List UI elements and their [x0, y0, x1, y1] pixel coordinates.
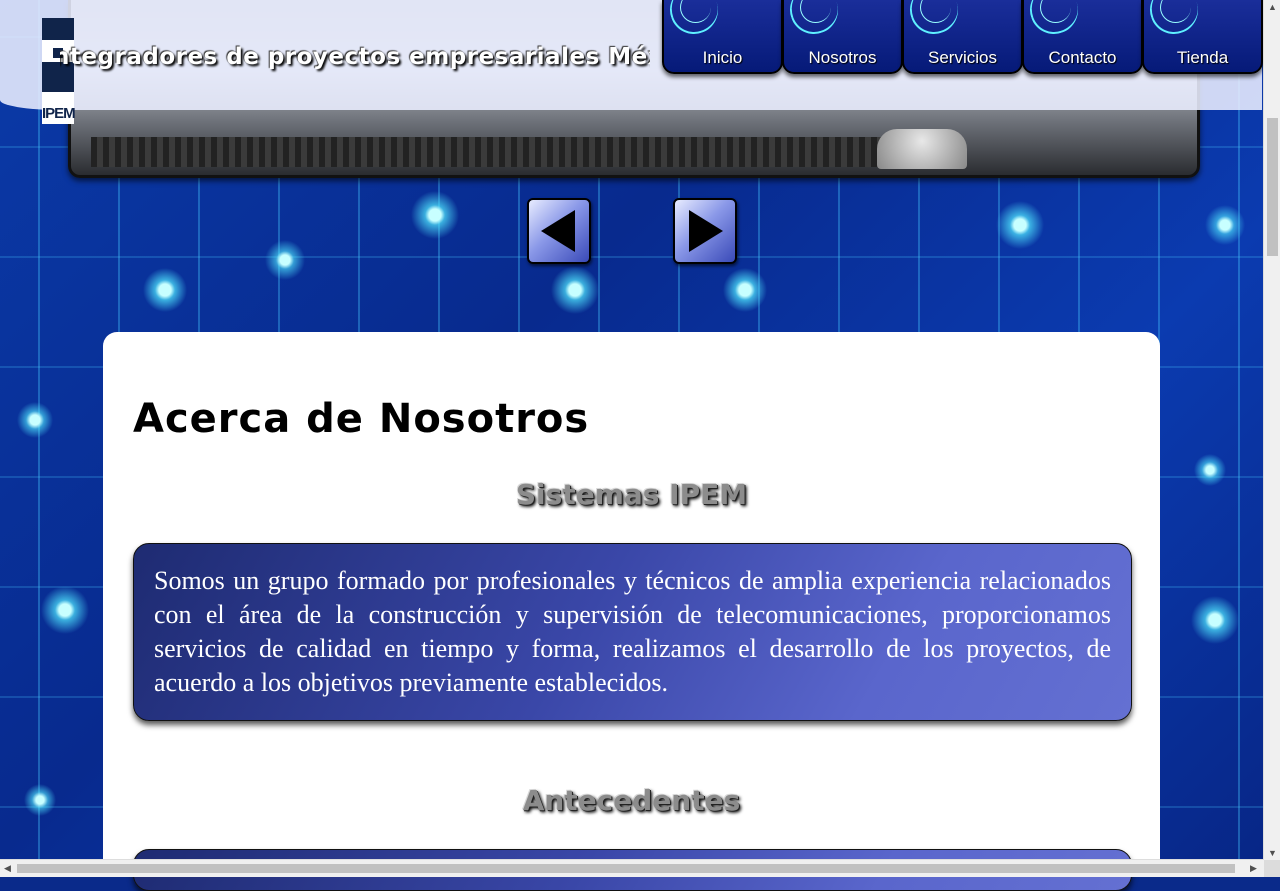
- scroll-left-icon[interactable]: ◀: [4, 863, 11, 874]
- info-card-text: Somos un grupo formado por profesionales…: [154, 566, 1111, 697]
- scroll-up-icon[interactable]: ▲: [1268, 2, 1277, 12]
- slider-rack-graphic: [91, 137, 891, 167]
- nav-label: Servicios: [928, 48, 997, 67]
- site-title-text: Integradores de proyectos empresariales …: [60, 44, 650, 70]
- slider-prev-button[interactable]: [527, 198, 591, 264]
- triangle-right-icon: [689, 210, 723, 252]
- nav-label: Nosotros: [808, 48, 877, 67]
- logo-text: IPEM: [42, 105, 76, 122]
- page-title: Acerca de Nosotros: [133, 396, 590, 442]
- section-heading-antecedentes: Antecedentes: [522, 784, 741, 817]
- section-heading-sistemas: Sistemas IPEM: [515, 478, 748, 511]
- horizontal-scrollbar[interactable]: ◀ ▶: [0, 859, 1264, 877]
- vertical-scroll-thumb[interactable]: [1267, 118, 1278, 256]
- vertical-scrollbar[interactable]: ▲ ▼: [1263, 0, 1280, 860]
- triangle-left-icon: [541, 210, 575, 252]
- nav-label: Inicio: [702, 48, 743, 67]
- horizontal-scroll-thumb[interactable]: [17, 864, 1235, 873]
- slider-device-graphic: [877, 129, 967, 169]
- main-content: Acerca de Nosotros Sistemas IPEM Somos u…: [103, 332, 1160, 891]
- scrollbar-corner: [1264, 860, 1280, 877]
- logo-bar-top: [42, 18, 74, 40]
- nav-item-servicios[interactable]: Servicios: [902, 0, 1023, 74]
- nav-item-contacto[interactable]: Contacto: [1022, 0, 1143, 74]
- scroll-down-icon[interactable]: ▼: [1268, 848, 1277, 858]
- nav-item-inicio[interactable]: Inicio: [662, 0, 783, 74]
- scroll-right-icon[interactable]: ▶: [1250, 863, 1257, 874]
- nav-label: Contacto: [1048, 48, 1117, 67]
- site-title: Integradores de proyectos empresariales …: [60, 44, 650, 74]
- slider-next-button[interactable]: [673, 198, 737, 264]
- info-card-sistemas: Somos un grupo formado por profesionales…: [133, 543, 1132, 721]
- nav-item-tienda[interactable]: Tienda: [1142, 0, 1263, 74]
- nav-label: Tienda: [1176, 48, 1229, 67]
- nav-item-nosotros[interactable]: Nosotros: [782, 0, 903, 74]
